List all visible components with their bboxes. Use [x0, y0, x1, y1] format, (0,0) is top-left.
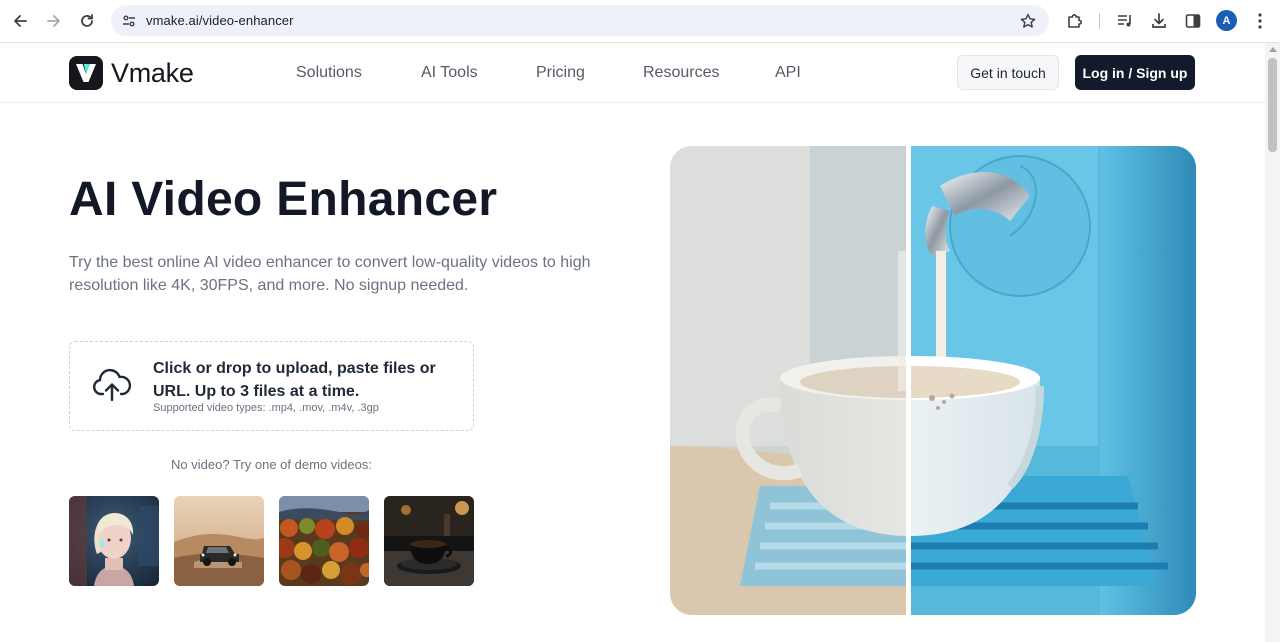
logo-text: Vmake	[111, 57, 194, 88]
demo-video-thumbnail-car[interactable]	[174, 496, 264, 586]
bookmark-star-icon[interactable]	[1017, 10, 1039, 32]
demo-video-thumbnail-coffee[interactable]	[384, 496, 474, 586]
toolbar-divider	[1099, 13, 1100, 29]
back-icon[interactable]	[7, 8, 33, 34]
nav-solutions[interactable]: Solutions	[296, 64, 362, 82]
nav-api[interactable]: API	[775, 64, 801, 82]
url-text[interactable]: vmake.ai/video-enhancer	[146, 13, 294, 28]
nav-pricing[interactable]: Pricing	[536, 64, 585, 82]
upload-dropzone[interactable]: Click or drop to upload, paste files or …	[69, 341, 474, 431]
extensions-icon[interactable]	[1063, 9, 1087, 33]
page-title: AI Video Enhancer	[69, 173, 498, 226]
browser-toolbar: vmake.ai/video-enhancer A	[0, 0, 1280, 43]
before-after-comparison-image[interactable]	[670, 146, 1196, 615]
vmake-logo[interactable]: Vmake	[69, 56, 194, 90]
site-info-icon[interactable]	[119, 11, 139, 31]
scroll-thumb[interactable]	[1268, 58, 1277, 152]
demo-video-thumbnail-forest[interactable]	[279, 496, 369, 586]
nav-ai-tools[interactable]: AI Tools	[421, 64, 478, 82]
downloads-icon[interactable]	[1147, 9, 1171, 33]
side-panel-icon[interactable]	[1181, 9, 1205, 33]
vmake-logo-icon	[69, 56, 103, 90]
reload-icon[interactable]	[74, 8, 100, 34]
page-scrollbar[interactable]	[1265, 43, 1280, 642]
demo-video-thumbnail-portrait[interactable]	[69, 496, 159, 586]
profile-avatar[interactable]: A	[1216, 10, 1237, 31]
demo-videos-label: No video? Try one of demo videos:	[171, 457, 372, 472]
login-signup-button[interactable]: Log in / Sign up	[1075, 55, 1195, 90]
upload-cloud-icon	[92, 367, 132, 403]
media-controls-icon[interactable]	[1113, 9, 1137, 33]
nav-resources[interactable]: Resources	[643, 64, 719, 82]
more-menu-icon[interactable]	[1248, 9, 1272, 33]
upload-instructions: Click or drop to upload, paste files or …	[153, 360, 436, 400]
scroll-up-arrow-icon[interactable]	[1269, 47, 1277, 52]
address-bar[interactable]: vmake.ai/video-enhancer	[111, 5, 1049, 36]
comparison-divider	[906, 146, 911, 615]
forward-icon[interactable]	[41, 8, 67, 34]
site-header: Vmake Solutions AI Tools Pricing Resourc…	[0, 43, 1265, 103]
get-in-touch-button[interactable]: Get in touch	[957, 55, 1059, 90]
page-subtitle: Try the best online AI video enhancer to…	[69, 254, 591, 294]
supported-types-text: Supported video types: .mp4, .mov, .m4v,…	[153, 402, 379, 414]
